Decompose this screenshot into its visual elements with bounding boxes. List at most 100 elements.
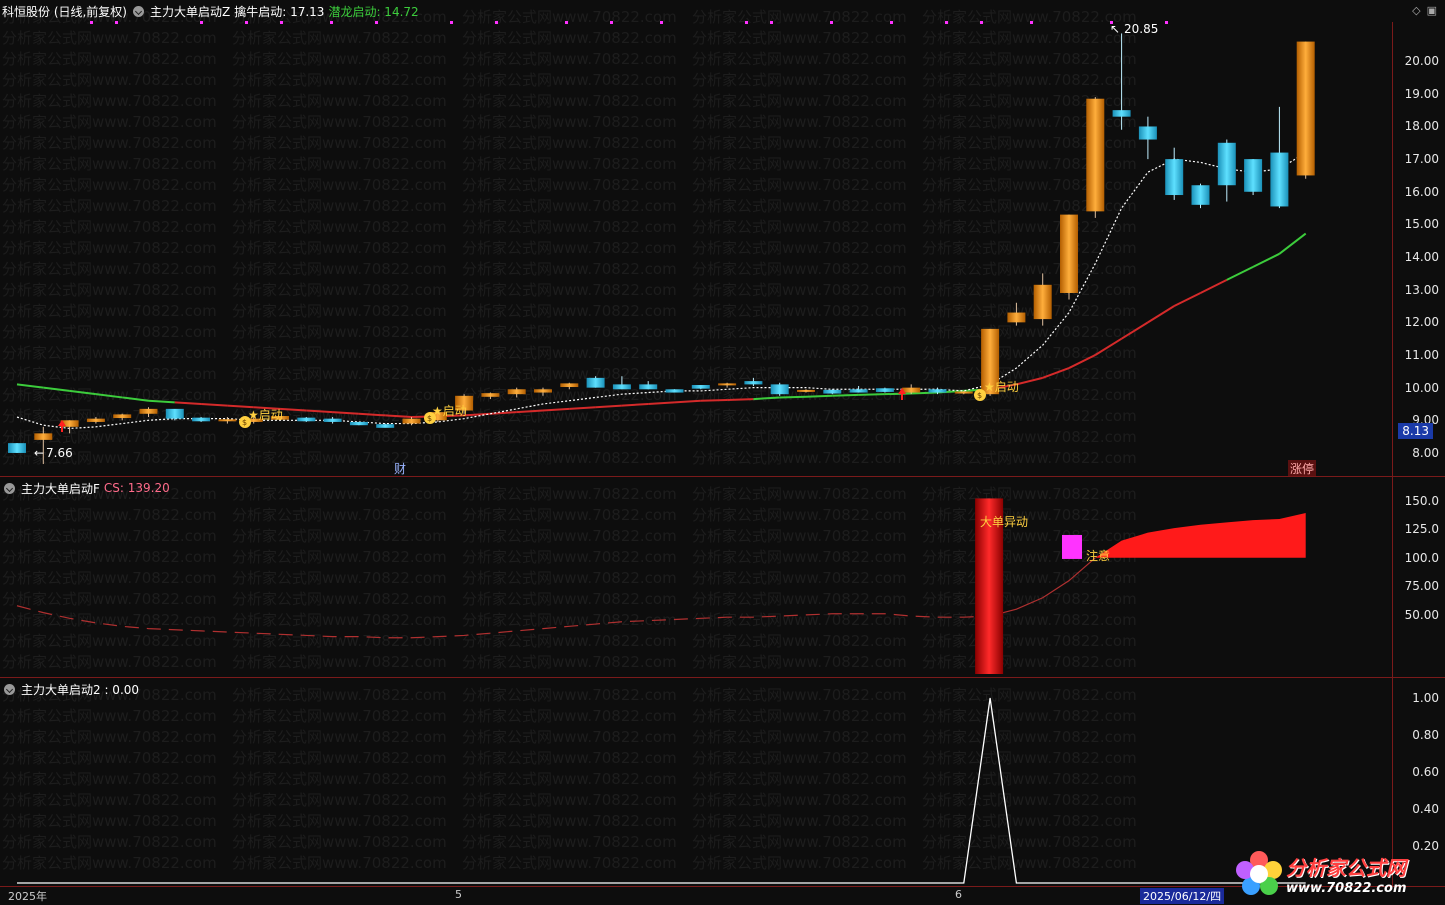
watermark-text: 分析家公式网www.70822.com [2, 281, 217, 299]
watermark-text: 分析家公式网www.70822.com [922, 50, 1137, 68]
ma-long-segment [1252, 252, 1280, 268]
ma-long-segment [201, 402, 228, 407]
watermark-text: 分析家公式网www.70822.com [462, 569, 677, 587]
big-order-label: 大单异动 [980, 515, 1029, 529]
watermark-text: 分析家公式网www.70822.com [2, 611, 217, 629]
candle-body [218, 419, 237, 422]
cs-axis[interactable]: 150.0 125.0 100.0 75.00 50.00 [1392, 477, 1445, 677]
candle-body [1270, 152, 1289, 207]
watermark-text: 分析家公式网www.70822.com [692, 344, 907, 362]
watermark-text: 分析家公式网www.70822.com [462, 50, 677, 68]
watermark-text: 分析家公式网www.70822.com [2, 260, 217, 278]
watermark-text: 分析家公式网www.70822.com [2, 197, 217, 215]
watermark-text: 分析家公式网www.70822.com [462, 71, 677, 89]
top-marker-dot [495, 21, 498, 24]
watermark-text: 分析家公式网www.70822.com [462, 197, 677, 215]
signal-panel[interactable]: 分析家公式网www.70822.com 分析家公式网www.70822.com 分析… [0, 678, 1445, 886]
cs-chart[interactable]: 分析家公式网www.70822.com 分析家公式网www.70822.com 分析… [0, 477, 1392, 677]
watermark-text: 分析家公式网www.70822.com [922, 590, 1137, 608]
panel2-title[interactable]: 主力大单启动F [21, 480, 100, 497]
watermark-text: 分析家公式网www.70822.com [922, 428, 1137, 446]
watermark-text: 分析家公式网www.70822.com [2, 323, 217, 341]
signal-tick: 1.00 [1412, 691, 1439, 705]
indicator-toggle-icon[interactable] [133, 5, 144, 17]
logo-title: 分析家公式网 [1286, 856, 1406, 880]
watermark-text: 分析家公式网www.70822.com [922, 632, 1137, 650]
candle-body [770, 384, 789, 395]
watermark-text: 分析家公式网www.70822.com [922, 260, 1137, 278]
watermark-text: 分析家公式网www.70822.com [462, 506, 677, 524]
signal-chart[interactable]: 分析家公式网www.70822.com 分析家公式网www.70822.com 分析… [0, 678, 1392, 886]
watermark-text: 分析家公式网www.70822.com [2, 791, 217, 809]
attention-marker [1062, 534, 1082, 559]
watermark-text: 分析家公式网www.70822.com [692, 134, 907, 152]
signal-header: 主力大单启动2 : 0.00 [0, 678, 139, 700]
candle-body [349, 421, 368, 426]
watermark-text: 分析家公式网www.70822.com [692, 365, 907, 383]
price-tick: 14.00 [1404, 250, 1439, 265]
ma-long-segment [884, 392, 912, 396]
candle-body [1060, 214, 1078, 293]
diamond-icon[interactable]: ◇ [1412, 4, 1420, 17]
panel3-title[interactable]: 主力大单启动2 : 0.00 [21, 681, 139, 698]
main-header: 科恒股份 (日线,前复权) 主力大单启动Z 擒牛启动: 17.13 潜龙启动: … [0, 0, 419, 22]
watermark-text: 分析家公式网www.70822.com [922, 323, 1137, 341]
watermark-text: 分析家公式网www.70822.com [2, 344, 217, 362]
watermark-text: 分析家公式网www.70822.com [232, 449, 447, 467]
watermark-text: 分析家公式网www.70822.com [2, 548, 217, 566]
panel3-toggle-icon[interactable] [4, 683, 15, 695]
start-label-3: ★启动 [984, 380, 1019, 394]
top-marker-dot [890, 21, 893, 24]
watermark-text: 分析家公式网www.70822.com [692, 71, 907, 89]
watermark-text: 分析家公式网www.70822.com [462, 8, 677, 26]
candle-body [297, 417, 316, 422]
price-tick: 11.00 [1404, 348, 1439, 362]
watermark-text: 分析家公式网www.70822.com [462, 833, 677, 851]
watermark-text: 分析家公式网www.70822.com [922, 29, 1137, 47]
candle-body [192, 417, 211, 422]
signal-tick: 0.60 [1412, 765, 1439, 779]
stock-title[interactable]: 科恒股份 (日线,前复权) [2, 3, 127, 20]
price-tick: 18.00 [1404, 119, 1439, 134]
candle-body [718, 383, 737, 386]
watermark-text: 分析家公式网www.70822.com [2, 155, 217, 173]
date-axis[interactable]: 2025年 5 6 2025/06/12/四 [0, 886, 1445, 905]
watermark-text: 分析家公式网www.70822.com [462, 218, 677, 236]
indicator-name[interactable]: 主力大单启动Z [150, 3, 230, 20]
watermark-text: 分析家公式网www.70822.com [2, 239, 217, 257]
price-axis[interactable]: 20.00 19.00 18.00 17.00 16.00 15.00 14.00 13.00… [1392, 22, 1445, 476]
watermark-text: 分析家公式网www.70822.com [232, 281, 447, 299]
watermark-text: 分析家公式网www.70822.com [922, 506, 1137, 524]
watermark-text: 分析家公式网www.70822.com [2, 770, 217, 788]
cai-marker[interactable]: 财 [394, 460, 406, 477]
watermark-text: 分析家公式网www.70822.com [692, 218, 907, 236]
watermark-text: 分析家公式网www.70822.com [232, 569, 447, 587]
candle-body [797, 389, 815, 392]
zhangting-marker[interactable]: 涨停 [1288, 460, 1317, 477]
price-tick: 20.00 [1404, 54, 1439, 69]
price-panel[interactable]: 分析家公式网www.70822.com 分析家公式网www.70822.com 分析… [0, 0, 1445, 477]
watermark-text: 分析家公式网www.70822.com [692, 770, 907, 788]
panel2-toggle-icon[interactable] [4, 482, 15, 494]
cs-tick: 100.0 [1404, 550, 1439, 565]
watermark-text: 分析家公式网www.70822.com [692, 485, 907, 503]
high-label: 20.85 [1124, 22, 1159, 36]
watermark-text: 分析家公式网www.70822.com [462, 749, 677, 767]
watermark-text: 分析家公式网www.70822.com [462, 770, 677, 788]
ma-long-segment [1200, 279, 1228, 294]
watermark-text: 分析家公式网www.70822.com [462, 92, 677, 110]
low-label-arrow-icon: ← [34, 446, 45, 460]
candle-body [849, 389, 868, 393]
restore-icon[interactable]: ▣ [1427, 4, 1437, 17]
cs-panel[interactable]: 分析家公式网www.70822.com 分析家公式网www.70822.com 分析… [0, 477, 1445, 677]
high-arrow-icon: ↖ [1110, 22, 1121, 36]
watermark-text: 分析家公式网www.70822.com [2, 707, 217, 725]
watermark-text: 分析家公式网www.70822.com [922, 812, 1137, 830]
candle-body [665, 389, 684, 393]
candle-body [1165, 159, 1184, 196]
price-chart[interactable]: 分析家公式网www.70822.com 分析家公式网www.70822.com 分析… [0, 0, 1392, 476]
cs-tick: 125.0 [1404, 522, 1439, 537]
candle-body [586, 377, 605, 388]
watermark-text: 分析家公式网www.70822.com [692, 407, 907, 425]
watermark-text: 分析家公式网www.70822.com [232, 485, 447, 503]
